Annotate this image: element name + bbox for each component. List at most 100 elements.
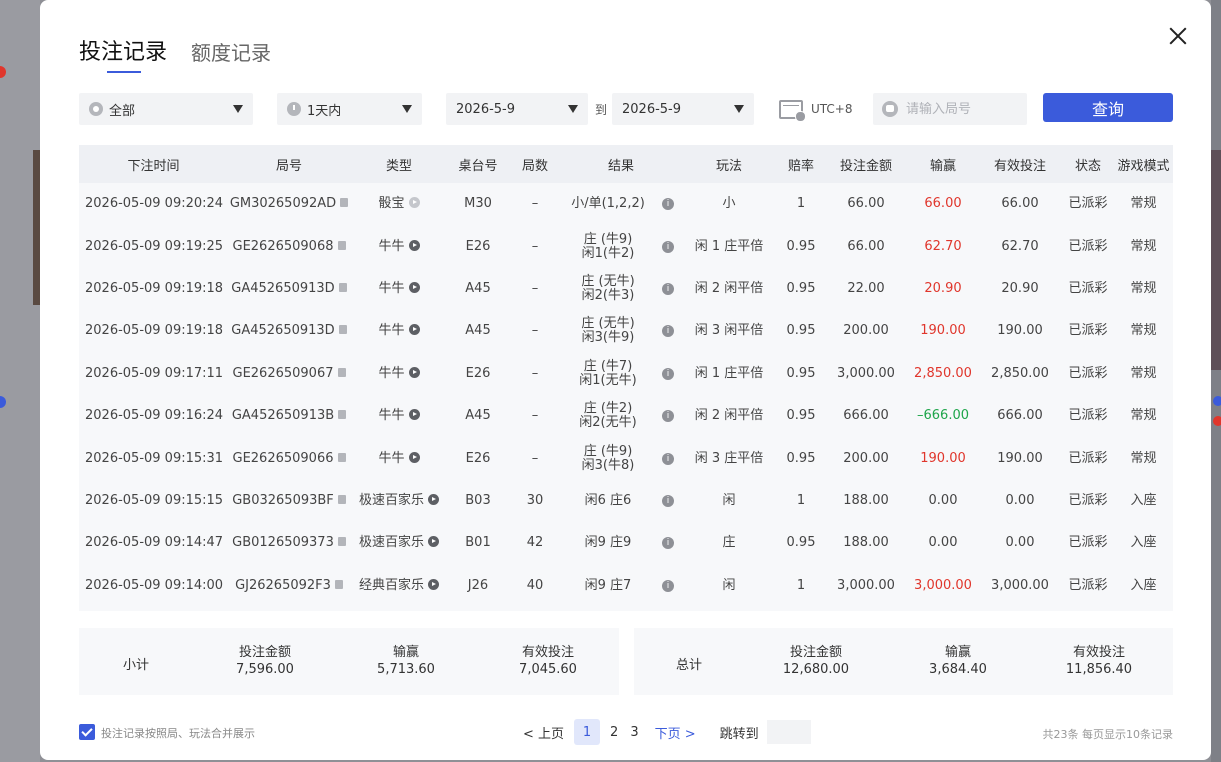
copy-icon[interactable] [338, 282, 347, 292]
calendar-timezone-icon[interactable] [779, 100, 806, 122]
info-icon[interactable]: i [662, 537, 674, 550]
play-replay-icon[interactable] [428, 493, 439, 505]
copy-icon[interactable] [337, 537, 346, 547]
play-replay-icon[interactable] [408, 239, 420, 251]
info-icon[interactable]: i [662, 198, 674, 211]
copy-icon[interactable] [338, 410, 347, 420]
jump-page-input[interactable] [766, 720, 811, 744]
info-icon[interactable]: i [662, 452, 674, 465]
round-count: – [531, 408, 539, 424]
play-replay-icon[interactable] [408, 324, 420, 336]
cell-odds: 1 [778, 565, 824, 607]
cell-amount: 666.00 [824, 395, 908, 437]
table-number: A45 [465, 408, 491, 424]
page-button-2[interactable]: 2 [604, 725, 624, 740]
cell-mode: 入座 [1114, 565, 1173, 607]
game-mode: 常规 [1130, 280, 1157, 296]
close-icon[interactable] [1164, 22, 1192, 50]
bet-records-table: 下注时间 局号 类型 桌台号 局数 结果 玩法 赔率 投注金额 输赢 有效投注 … [79, 145, 1173, 611]
round-number: GB0126509373 [232, 535, 334, 551]
valid-bet: 190.00 [997, 323, 1043, 339]
caret-down-icon [233, 105, 243, 113]
subtotal-win: 输赢 5,713.60 [346, 644, 466, 678]
date-to-select[interactable]: 2026-5-9 [612, 93, 754, 125]
result-line: 闲1(牛2) [581, 245, 635, 261]
play-replay-icon[interactable] [428, 578, 439, 590]
play-replay-icon[interactable] [408, 366, 420, 378]
cell-amount: 3,000.00 [824, 353, 908, 395]
copy-icon[interactable] [337, 494, 346, 504]
game-mode: 常规 [1130, 408, 1157, 424]
tab-bet-records[interactable]: 投注记录 [79, 34, 167, 73]
game-type: 牛牛 [378, 323, 405, 339]
copy-icon[interactable] [337, 240, 346, 250]
cell-status: 已派彩 [1062, 353, 1114, 395]
status-text: 已派彩 [1068, 323, 1108, 339]
clock-icon [287, 102, 301, 116]
cell-round: GM30265092AD [228, 183, 350, 225]
next-page-button[interactable]: 下页 > [649, 723, 702, 742]
table-number: M30 [464, 196, 492, 212]
column-header: 有效投注 [993, 158, 1046, 174]
cell-mode: 入座 [1114, 522, 1173, 564]
win-loss: 3,000.00 [914, 577, 972, 593]
cell-round: GA452650913D [228, 310, 350, 352]
round-number-input[interactable] [906, 101, 1026, 117]
info-icon[interactable]: i [662, 325, 674, 338]
jump-to-label: 跳转到 [719, 726, 759, 742]
copy-icon[interactable] [337, 452, 346, 462]
bet-records-modal: 投注记录 额度记录 全部 1天内 2026-5-9 到 2026-5-9 UTC… [40, 0, 1211, 760]
caret-down-icon [734, 105, 744, 113]
round-count: 30 [526, 492, 544, 508]
game-type: 极速百家乐 [358, 492, 424, 508]
page-button-3[interactable]: 3 [624, 725, 644, 740]
cell-time: 2026-05-09 09:20:24 [79, 183, 228, 225]
round-search-box [873, 93, 1027, 125]
cell-result: 闲9 庄7 i [562, 565, 680, 607]
result-text: 闲9 庄9 [562, 536, 654, 550]
date-from-select[interactable]: 2026-5-9 [446, 93, 588, 125]
merge-display-checkbox[interactable] [79, 724, 95, 740]
copy-icon[interactable] [340, 198, 349, 208]
info-icon[interactable]: i [662, 367, 674, 380]
query-button[interactable]: 查询 [1043, 93, 1173, 122]
info-icon[interactable]: i [662, 282, 674, 295]
result-wrap: 小/单(1,2,2) i [562, 197, 680, 211]
play-replay-icon[interactable] [408, 409, 420, 421]
play-replay-icon[interactable] [428, 536, 439, 548]
page-button-1[interactable]: 1 [574, 719, 601, 745]
cell-amount: 200.00 [824, 437, 908, 479]
play-replay-icon[interactable] [408, 451, 420, 463]
info-icon[interactable]: i [662, 410, 674, 423]
cell-status: 已派彩 [1062, 437, 1114, 479]
round-count: – [531, 238, 539, 254]
table-number: A45 [465, 280, 491, 296]
background-thumbnail [1211, 150, 1221, 370]
info-icon[interactable]: i [662, 240, 674, 253]
cell-time: 2026-05-09 09:15:15 [79, 480, 228, 522]
status-text: 已派彩 [1068, 577, 1108, 593]
table-number: E26 [465, 365, 491, 381]
game-type-select[interactable]: 全部 [79, 93, 253, 125]
cell-valid: 190.00 [978, 437, 1062, 479]
prev-page-button[interactable]: < 上页 [517, 723, 570, 742]
info-icon[interactable]: i [662, 494, 674, 507]
cell-table: M30 [448, 183, 508, 225]
result-line: 庄 (牛7) [583, 358, 633, 374]
cell-win: 0.00 [908, 480, 978, 522]
play-replay-icon[interactable] [408, 197, 420, 209]
bet-option: 小 [722, 196, 736, 212]
game-type-value: 全部 [109, 103, 136, 119]
column-header: 局数 [521, 158, 548, 174]
play-replay-icon[interactable] [408, 281, 420, 293]
info-icon[interactable]: i [662, 579, 674, 592]
tab-credit-records[interactable]: 额度记录 [191, 37, 271, 66]
cell-valid: 20.90 [978, 268, 1062, 310]
copy-icon[interactable] [337, 367, 346, 377]
copy-icon[interactable] [334, 579, 343, 589]
time-range-select[interactable]: 1天内 [277, 93, 422, 125]
column-header: 投注金额 [839, 158, 892, 174]
cell-win: 190.00 [908, 310, 978, 352]
copy-icon[interactable] [338, 325, 347, 335]
bet-option: 闲 1 庄平倍 [694, 238, 764, 254]
